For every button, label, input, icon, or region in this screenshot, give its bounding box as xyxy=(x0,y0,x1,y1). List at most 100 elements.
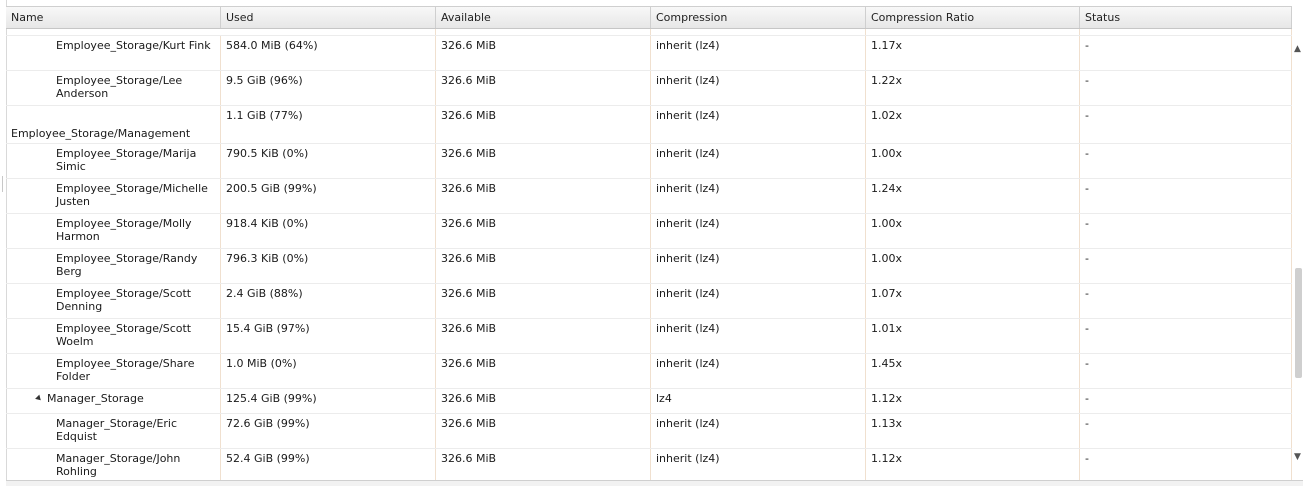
cell-text-used: 2.4 GiB (88%) xyxy=(226,287,303,300)
cell-text-used: 584.0 MiB (64%) xyxy=(226,39,318,52)
table-row[interactable]: Employee_Storage/Randy Berg 796.3 KiB (0%… xyxy=(6,249,1292,284)
cell-text-name: Employee_Storage/Marija Simic xyxy=(56,147,197,173)
column-header-compression[interactable]: Compression xyxy=(651,7,866,28)
splitter-grip[interactable] xyxy=(2,176,3,192)
table-header: Name Used Available Compression Compression … xyxy=(6,7,1292,29)
table-row[interactable]: Employee_Storage/Share Folder 1.0 MiB (0%… xyxy=(6,354,1292,389)
horizontal-scrollbar[interactable] xyxy=(6,480,1303,486)
column-header-available[interactable]: Available xyxy=(436,7,651,28)
cell-text-ratio: 1.00x xyxy=(871,217,903,230)
cell-status: - xyxy=(1080,414,1292,448)
cell-ratio: 1.01x xyxy=(866,319,1080,353)
cell-text-name: Manager_Storage/John Rohling xyxy=(56,452,181,478)
cell-ratio: 1.02x xyxy=(866,106,1080,143)
cell-text-ratio: 1.01x xyxy=(871,322,903,335)
table-body[interactable]: Employee_Storage/Jessica GallagherEmploy… xyxy=(6,29,1292,481)
table-row[interactable]: Employee_Storage/Lee Anderson 9.5 GiB (96… xyxy=(6,71,1292,106)
cell-text-name: Employee_Storage/Lee Anderson xyxy=(56,74,183,100)
cell-text-available: 326.6 MiB xyxy=(441,452,497,465)
cell-ratio: 1.07x xyxy=(866,284,1080,318)
cell-text-ratio: 1.00x xyxy=(871,252,903,265)
column-header-used[interactable]: Used xyxy=(221,7,436,28)
cell-text-available: 326.6 MiB xyxy=(441,39,497,52)
cell-text-name: Employee_Storage/Scott Woelm xyxy=(56,322,192,348)
cell-used: 15.4 GiB (97%) xyxy=(221,319,436,353)
datasets-table: Name Used Available Compression Compression … xyxy=(6,6,1292,481)
cell-text-used: 72.6 GiB (99%) xyxy=(226,417,310,430)
cell-used: 918.4 KiB (0%) xyxy=(221,214,436,248)
cell-status: - xyxy=(1080,71,1292,105)
table-row[interactable]: Employee_Storage/Michelle Justen 200.5 Gi… xyxy=(6,179,1292,214)
cell-name: Employee_Storage/Marija Simic xyxy=(6,144,221,178)
column-header-ratio[interactable]: Compression Ratio xyxy=(866,7,1080,28)
cell-available: 326.6 MiB xyxy=(436,319,651,353)
cell-text-used: 1.1 GiB (77%) xyxy=(226,109,303,122)
scroll-thumb[interactable] xyxy=(1295,268,1302,378)
cell-text-used: 918.4 KiB (0%) xyxy=(226,217,309,230)
cell-text-name: Employee_Storage/Share Folder xyxy=(56,357,195,383)
cell-text-compression: lz4 xyxy=(656,392,672,405)
cell-name: Employee_Storage/Michelle Justen xyxy=(6,179,221,213)
cell-text-status: - xyxy=(1085,147,1089,160)
cell-text-status: - xyxy=(1085,392,1089,405)
table-row[interactable]: Employee_Storage/Jessica Gallagher xyxy=(6,29,1292,36)
table-row[interactable]: Employee_Storage/Marija Simic 790.5 KiB (… xyxy=(6,144,1292,179)
cell-text-compression: inherit (lz4) xyxy=(656,252,720,265)
cell-available: 326.6 MiB xyxy=(436,71,651,105)
cell-available: 326.6 MiB xyxy=(436,389,651,413)
cell-ratio: 1.13x xyxy=(866,414,1080,448)
cell-ratio: 1.24x xyxy=(866,179,1080,213)
vertical-scrollbar[interactable]: ▲ ▼ xyxy=(1292,6,1303,480)
cell-text-compression: inherit (lz4) xyxy=(656,74,720,87)
cell-text-status: - xyxy=(1085,217,1089,230)
cell-compression: inherit (lz4) xyxy=(651,36,866,70)
cell-compression: inherit (lz4) xyxy=(651,414,866,448)
cell-text-available: 326.6 MiB xyxy=(441,147,497,160)
cell-available: 326.6 MiB xyxy=(436,214,651,248)
column-header-name[interactable]: Name xyxy=(6,7,221,28)
scroll-down-icon[interactable]: ▼ xyxy=(1293,452,1302,462)
cell-text-status: - xyxy=(1085,287,1089,300)
cell-text-used: 200.5 GiB (99%) xyxy=(226,182,317,195)
tree-collapse-icon[interactable] xyxy=(35,394,43,403)
cell-text-compression: inherit (lz4) xyxy=(656,322,720,335)
cell-text-used: 1.0 MiB (0%) xyxy=(226,357,297,370)
table-row[interactable]: Employee_Storage/Management 1.1 GiB (77%)… xyxy=(6,106,1292,144)
table-row[interactable]: Employee_Storage/Scott Woelm 15.4 GiB (97… xyxy=(6,319,1292,354)
cell-name: Employee_Storage/Scott Woelm xyxy=(6,319,221,353)
cell-text-compression: inherit (lz4) xyxy=(656,417,720,430)
cell-text-name: Manager_Storage xyxy=(47,392,144,405)
cell-compression xyxy=(651,29,866,35)
cell-name: Manager_Storage/John Rohling xyxy=(6,449,221,481)
cell-ratio: 1.12x xyxy=(866,389,1080,413)
cell-used: 200.5 GiB (99%) xyxy=(221,179,436,213)
cell-ratio: 1.00x xyxy=(866,249,1080,283)
column-header-status[interactable]: Status xyxy=(1080,7,1292,28)
cell-text-used: 125.4 GiB (99%) xyxy=(226,392,317,405)
cell-text-compression: inherit (lz4) xyxy=(656,357,720,370)
cell-text-compression: inherit (lz4) xyxy=(656,109,720,122)
cell-status: - xyxy=(1080,354,1292,388)
cell-used: 125.4 GiB (99%) xyxy=(221,389,436,413)
cell-text-available: 326.6 MiB xyxy=(441,252,497,265)
cell-text-name: Employee_Storage/Michelle Justen xyxy=(56,182,208,208)
cell-text-available: 326.6 MiB xyxy=(441,217,497,230)
table-row[interactable]: Manager_Storage/John Rohling 52.4 GiB (99… xyxy=(6,449,1292,481)
cell-text-available: 326.6 MiB xyxy=(441,182,497,195)
table-row[interactable]: Employee_Storage/Molly Harmon 918.4 KiB (… xyxy=(6,214,1292,249)
cell-status: - xyxy=(1080,284,1292,318)
cell-text-status: - xyxy=(1085,417,1089,430)
table-row[interactable]: Employee_Storage/Scott Denning 2.4 GiB (8… xyxy=(6,284,1292,319)
cell-compression: lz4 xyxy=(651,389,866,413)
table-row[interactable]: Manager_Storage 125.4 GiB (99%) 326.6 MiB l… xyxy=(6,389,1292,414)
table-row[interactable]: Employee_Storage/Kurt Fink 584.0 MiB (64%… xyxy=(6,36,1292,71)
cell-text-name: Employee_Storage/Scott Denning xyxy=(56,287,192,313)
cell-text-compression: inherit (lz4) xyxy=(656,452,720,465)
table-row[interactable]: Manager_Storage/Eric Edquist 72.6 GiB (99… xyxy=(6,414,1292,449)
cell-text-compression: inherit (lz4) xyxy=(656,287,720,300)
cell-available: 326.6 MiB xyxy=(436,249,651,283)
scroll-up-icon[interactable]: ▲ xyxy=(1293,44,1302,54)
cell-text-used: 796.3 KiB (0%) xyxy=(226,252,309,265)
cell-text-ratio: 1.13x xyxy=(871,417,903,430)
cell-status: - xyxy=(1080,249,1292,283)
